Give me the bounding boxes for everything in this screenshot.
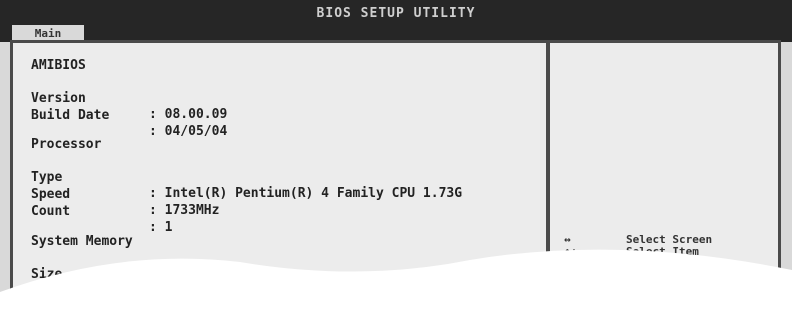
help-item-change-option: +- Change Option [564, 258, 764, 270]
type-value: : Intel(R) Pentium(R) 4 Family CPU 1.73G [149, 186, 463, 201]
version-value: : 08.00.09 [149, 107, 228, 122]
amibios-heading: AMIBIOS [31, 58, 86, 73]
processor-heading: Processor [31, 137, 102, 152]
speed-value: : 1733MHz [149, 203, 220, 218]
title-bar: BIOS SETUP UTILITY Main [0, 0, 792, 43]
memory-size-row: Size : 512MB [31, 251, 204, 315]
help-panel: ↔ Select Screen ↑↓ Select Item +- Change… [564, 234, 764, 270]
bios-screen: BIOS SETUP UTILITY Main AMIBIOS Version … [0, 0, 792, 305]
count-label: Count [31, 204, 71, 219]
build-date-value: : 04/05/04 [149, 124, 228, 139]
memory-size-value: : 512MB [149, 283, 204, 298]
count-value: : 1 [149, 220, 173, 235]
panel-divider [546, 43, 550, 305]
memory-heading: System Memory [31, 234, 133, 249]
help-text-change-option: Change Option [626, 257, 713, 270]
app-title: BIOS SETUP UTILITY [316, 6, 476, 21]
build-date-label: Build Date [31, 108, 110, 123]
plus-minus-icon: +- [564, 257, 578, 270]
memory-size-label: Size [31, 267, 63, 282]
